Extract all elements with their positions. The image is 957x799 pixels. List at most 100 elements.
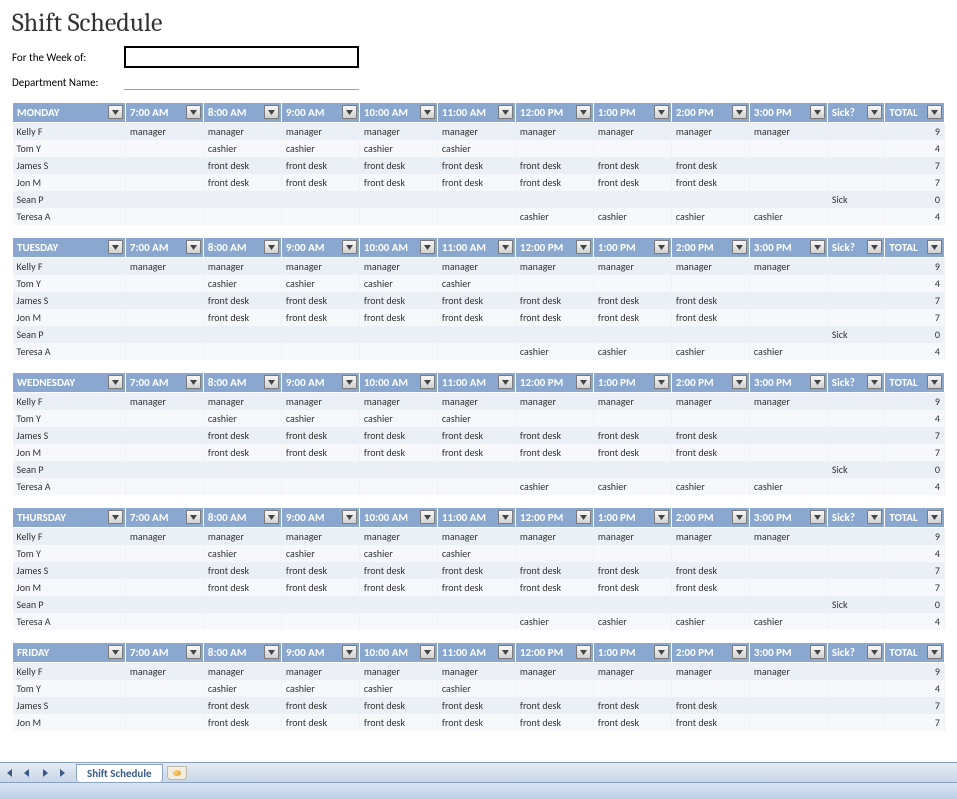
total-header[interactable]: TOTAL	[885, 238, 945, 258]
shift-cell[interactable]: manager	[593, 123, 671, 141]
time-header[interactable]: 9:00 AM	[281, 508, 359, 528]
shift-cell[interactable]: front desk	[437, 579, 515, 596]
table-row[interactable]: James Sfront deskfront deskfront deskfro…	[13, 562, 945, 579]
sick-cell[interactable]	[827, 613, 884, 630]
shift-cell[interactable]	[203, 613, 281, 630]
shift-cell[interactable]: front desk	[359, 309, 437, 326]
shift-cell[interactable]: front desk	[593, 427, 671, 444]
filter-dropdown-icon[interactable]	[342, 240, 357, 254]
shift-cell[interactable]: cashier	[437, 545, 515, 562]
shift-cell[interactable]: manager	[125, 393, 203, 411]
shift-cell[interactable]	[749, 444, 827, 461]
shift-cell[interactable]: cashier	[671, 613, 749, 630]
shift-cell[interactable]	[515, 410, 593, 427]
shift-cell[interactable]	[749, 157, 827, 174]
shift-cell[interactable]: cashier	[671, 343, 749, 360]
shift-cell[interactable]: front desk	[281, 427, 359, 444]
shift-cell[interactable]	[515, 326, 593, 343]
shift-cell[interactable]: cashier	[437, 140, 515, 157]
shift-cell[interactable]	[125, 714, 203, 731]
time-header[interactable]: 10:00 AM	[359, 103, 437, 123]
shift-cell[interactable]	[749, 174, 827, 191]
shift-cell[interactable]	[125, 427, 203, 444]
sick-cell[interactable]	[827, 528, 884, 546]
shift-cell[interactable]	[437, 613, 515, 630]
shift-cell[interactable]: front desk	[593, 292, 671, 309]
shift-cell[interactable]	[359, 208, 437, 225]
shift-cell[interactable]	[515, 140, 593, 157]
filter-dropdown-icon[interactable]	[420, 645, 435, 659]
shift-cell[interactable]	[749, 292, 827, 309]
shift-cell[interactable]: front desk	[593, 174, 671, 191]
filter-dropdown-icon[interactable]	[927, 375, 942, 389]
shift-cell[interactable]: front desk	[359, 697, 437, 714]
shift-cell[interactable]	[671, 140, 749, 157]
shift-cell[interactable]	[749, 140, 827, 157]
shift-cell[interactable]	[203, 596, 281, 613]
table-row[interactable]: Tom Ycashiercashiercashiercashier4	[13, 680, 945, 697]
shift-cell[interactable]: front desk	[203, 697, 281, 714]
filter-dropdown-icon[interactable]	[732, 240, 747, 254]
filter-dropdown-icon[interactable]	[420, 510, 435, 524]
table-row[interactable]: Tom Ycashiercashiercashiercashier4	[13, 275, 945, 292]
sick-header[interactable]: Sick?	[827, 238, 884, 258]
filter-dropdown-icon[interactable]	[186, 375, 201, 389]
shift-cell[interactable]: front desk	[437, 292, 515, 309]
table-row[interactable]: Kelly Fmanagermanagermanagermanagermanag…	[13, 663, 945, 681]
shift-cell[interactable]: front desk	[515, 309, 593, 326]
shift-cell[interactable]	[281, 596, 359, 613]
sick-cell[interactable]	[827, 545, 884, 562]
shift-cell[interactable]	[203, 191, 281, 208]
new-sheet-button[interactable]	[167, 766, 187, 780]
shift-cell[interactable]: manager	[671, 258, 749, 276]
shift-cell[interactable]	[593, 680, 671, 697]
shift-cell[interactable]: cashier	[749, 208, 827, 225]
filter-dropdown-icon[interactable]	[654, 510, 669, 524]
shift-cell[interactable]: manager	[359, 393, 437, 411]
table-row[interactable]: Sean PSick0	[13, 596, 945, 613]
shift-cell[interactable]	[359, 596, 437, 613]
time-header[interactable]: 10:00 AM	[359, 508, 437, 528]
sick-header[interactable]: Sick?	[827, 373, 884, 393]
time-header[interactable]: 3:00 PM	[749, 238, 827, 258]
shift-cell[interactable]	[203, 208, 281, 225]
shift-cell[interactable]	[125, 326, 203, 343]
shift-cell[interactable]: front desk	[359, 444, 437, 461]
sick-cell[interactable]	[827, 208, 884, 225]
time-header[interactable]: 10:00 AM	[359, 643, 437, 663]
shift-cell[interactable]: front desk	[515, 562, 593, 579]
shift-cell[interactable]: cashier	[359, 140, 437, 157]
shift-cell[interactable]: front desk	[437, 427, 515, 444]
shift-cell[interactable]	[359, 461, 437, 478]
filter-dropdown-icon[interactable]	[867, 105, 882, 119]
filter-dropdown-icon[interactable]	[498, 375, 513, 389]
table-row[interactable]: James Sfront deskfront deskfront deskfro…	[13, 697, 945, 714]
shift-cell[interactable]: front desk	[203, 157, 281, 174]
shift-cell[interactable]	[437, 596, 515, 613]
filter-dropdown-icon[interactable]	[108, 510, 123, 524]
shift-cell[interactable]: front desk	[437, 697, 515, 714]
filter-dropdown-icon[interactable]	[498, 105, 513, 119]
shift-cell[interactable]: front desk	[203, 427, 281, 444]
time-header[interactable]: 2:00 PM	[671, 103, 749, 123]
shift-cell[interactable]	[749, 309, 827, 326]
filter-dropdown-icon[interactable]	[576, 375, 591, 389]
shift-cell[interactable]: manager	[359, 123, 437, 141]
shift-cell[interactable]: cashier	[359, 680, 437, 697]
time-header[interactable]: 3:00 PM	[749, 508, 827, 528]
shift-cell[interactable]: manager	[281, 123, 359, 141]
shift-cell[interactable]	[359, 191, 437, 208]
shift-cell[interactable]: manager	[437, 528, 515, 546]
shift-cell[interactable]	[749, 461, 827, 478]
time-header[interactable]: 9:00 AM	[281, 103, 359, 123]
time-header[interactable]: 7:00 AM	[125, 238, 203, 258]
shift-cell[interactable]	[437, 208, 515, 225]
filter-dropdown-icon[interactable]	[264, 240, 279, 254]
shift-cell[interactable]	[125, 545, 203, 562]
total-header[interactable]: TOTAL	[885, 373, 945, 393]
table-row[interactable]: Teresa Acashiercashiercashiercashier4	[13, 613, 945, 630]
shift-cell[interactable]	[749, 427, 827, 444]
shift-cell[interactable]	[593, 326, 671, 343]
shift-cell[interactable]: cashier	[359, 545, 437, 562]
day-header[interactable]: WEDNESDAY	[13, 373, 126, 393]
